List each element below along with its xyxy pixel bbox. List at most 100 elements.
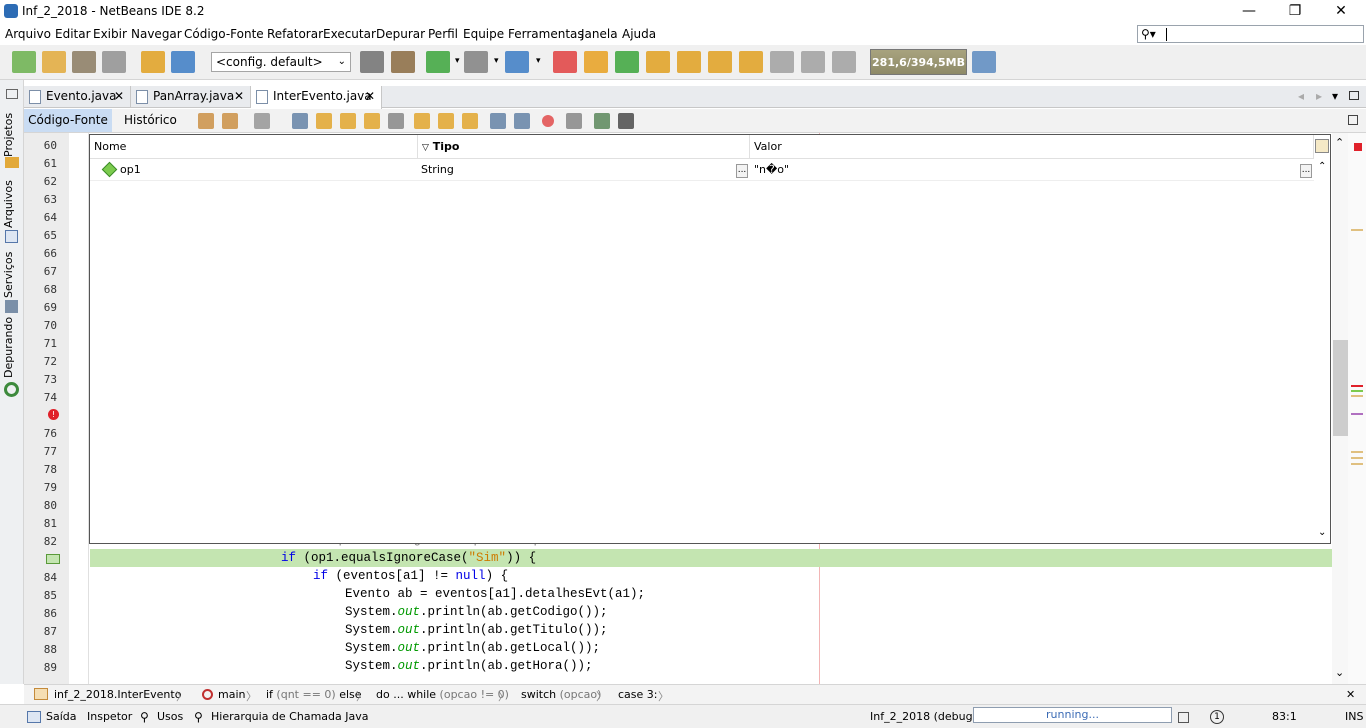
value-ellipsis-button[interactable]: ... bbox=[1300, 164, 1312, 178]
status-tab-saida[interactable]: Saída bbox=[46, 710, 77, 723]
line-number[interactable]: 82 bbox=[24, 535, 57, 548]
error-indicator-icon[interactable] bbox=[1354, 143, 1362, 151]
chevron-down-icon[interactable]: ⌄ bbox=[1335, 666, 1344, 679]
stripe-mark[interactable] bbox=[1351, 390, 1363, 392]
tab-evento-java[interactable]: Evento.java ✕ bbox=[24, 86, 131, 108]
column-header-valor[interactable]: Valor bbox=[750, 135, 1314, 159]
comment-icon[interactable] bbox=[594, 113, 610, 129]
redo-icon[interactable] bbox=[171, 51, 195, 73]
stripe-mark[interactable] bbox=[1351, 229, 1363, 231]
clean-build-icon[interactable] bbox=[391, 51, 415, 73]
customize-columns-icon[interactable] bbox=[1315, 139, 1329, 153]
line-number[interactable]: 81 bbox=[24, 517, 57, 530]
step-into-icon[interactable] bbox=[708, 51, 732, 73]
minimize-button[interactable]: — bbox=[1226, 0, 1272, 23]
restore-editor-icon[interactable] bbox=[1348, 115, 1358, 125]
status-tab-hierarquia[interactable]: Hierarquia de Chamada Java bbox=[211, 710, 369, 723]
line-number[interactable]: 85 bbox=[24, 589, 57, 602]
rect-select-icon[interactable] bbox=[388, 113, 404, 129]
minimize-panel-icon[interactable] bbox=[6, 89, 18, 99]
stripe-mark[interactable] bbox=[1351, 457, 1363, 459]
stop-macro-icon[interactable] bbox=[566, 113, 582, 129]
variable-value[interactable]: "n�o" bbox=[754, 159, 789, 181]
close-breadcrumb-icon[interactable]: ✕ bbox=[1346, 688, 1355, 701]
gc-icon[interactable] bbox=[972, 51, 996, 73]
prev-bookmark-icon[interactable] bbox=[414, 113, 430, 129]
line-number[interactable]: 84 bbox=[24, 571, 57, 584]
line-number[interactable]: 79 bbox=[24, 481, 57, 494]
stripe-mark[interactable] bbox=[1351, 463, 1363, 465]
stripe-mark[interactable] bbox=[1351, 451, 1363, 453]
step-out-icon[interactable] bbox=[739, 51, 763, 73]
chevron-down-icon[interactable]: ▾ bbox=[455, 56, 460, 66]
column-header-tipo[interactable]: ▽ Tipo bbox=[418, 135, 750, 159]
maximize-button[interactable]: ❐ bbox=[1272, 0, 1318, 23]
restore-window-icon[interactable] bbox=[1349, 91, 1359, 100]
scroll-right-icon[interactable]: ▸ bbox=[1316, 89, 1322, 103]
start-macro-icon[interactable] bbox=[542, 115, 554, 127]
notification-icon[interactable]: 1 bbox=[1210, 710, 1224, 724]
debug-icon[interactable] bbox=[464, 51, 488, 73]
menu-editar[interactable]: Editar bbox=[55, 27, 91, 41]
toggle-highlight-icon[interactable] bbox=[364, 113, 380, 129]
scrollbar-thumb[interactable] bbox=[1333, 340, 1348, 436]
line-number[interactable]: 76 bbox=[24, 427, 57, 440]
tab-interevento-java[interactable]: InterEvento.java ✕ bbox=[251, 86, 382, 109]
tab-panarray-java[interactable]: PanArray.java ✕ bbox=[131, 86, 251, 108]
line-number[interactable]: 80 bbox=[24, 499, 57, 512]
line-number[interactable]: 71 bbox=[24, 337, 57, 350]
close-tab-icon[interactable]: ✕ bbox=[114, 86, 124, 107]
line-number[interactable]: 70 bbox=[24, 319, 57, 332]
type-ellipsis-button[interactable]: ... bbox=[736, 164, 748, 178]
menu-executar[interactable]: Executar bbox=[323, 27, 376, 41]
find-next-icon[interactable] bbox=[340, 113, 356, 129]
line-number[interactable]: 65 bbox=[24, 229, 57, 242]
line-number[interactable]: 66 bbox=[24, 247, 57, 260]
run-icon[interactable] bbox=[426, 51, 450, 73]
tab-codigo-fonte[interactable]: Código-Fonte bbox=[24, 109, 112, 132]
forward-icon[interactable] bbox=[254, 113, 270, 129]
line-number[interactable]: 72 bbox=[24, 355, 57, 368]
menu-perfil[interactable]: Perfil bbox=[428, 27, 458, 41]
menu-ferramentas[interactable]: Ferramentas bbox=[508, 27, 584, 41]
status-tab-inspetor[interactable]: Inspetor bbox=[87, 710, 132, 723]
uncomment-icon[interactable] bbox=[618, 113, 634, 129]
progress-bar[interactable]: running... bbox=[973, 707, 1172, 723]
continue-icon[interactable] bbox=[615, 51, 639, 73]
back-icon[interactable] bbox=[222, 113, 238, 129]
sidebar-tab-depurando[interactable]: Depurando bbox=[2, 317, 22, 378]
breadcrumb-case[interactable]: case 3: bbox=[618, 688, 658, 701]
line-number[interactable]: 68 bbox=[24, 283, 57, 296]
menu-arquivo[interactable]: Arquivo bbox=[5, 27, 51, 41]
chevron-up-icon[interactable]: ⌃ bbox=[1335, 136, 1344, 149]
chevron-down-icon[interactable]: ▾ bbox=[536, 56, 541, 66]
line-number[interactable]: 87 bbox=[24, 625, 57, 638]
close-button[interactable]: ✕ bbox=[1318, 0, 1364, 23]
find-previous-icon[interactable] bbox=[316, 113, 332, 129]
breadcrumb-if[interactable]: if (qnt == 0) else bbox=[266, 688, 362, 701]
breakpoint-error-icon[interactable]: ! bbox=[48, 409, 59, 420]
column-header-nome[interactable]: Nome bbox=[90, 135, 418, 159]
menu-ajuda[interactable]: Ajuda bbox=[622, 27, 656, 41]
shift-right-icon[interactable] bbox=[514, 113, 530, 129]
apply-changes-icon[interactable] bbox=[801, 51, 825, 73]
line-number[interactable]: 88 bbox=[24, 643, 57, 656]
variable-row[interactable]: op1 String ... "n�o" ... bbox=[90, 159, 1314, 181]
last-edit-icon[interactable] bbox=[198, 113, 214, 129]
pause-icon[interactable] bbox=[584, 51, 608, 73]
next-bookmark-icon[interactable] bbox=[438, 113, 454, 129]
line-number[interactable]: 64 bbox=[24, 211, 57, 224]
undo-icon[interactable] bbox=[141, 51, 165, 73]
memory-indicator[interactable]: 281,6/394,5MB bbox=[870, 49, 967, 75]
run-to-cursor-icon[interactable] bbox=[770, 51, 794, 73]
build-icon[interactable] bbox=[360, 51, 384, 73]
line-number[interactable]: 62 bbox=[24, 175, 57, 188]
config-select[interactable]: <config. default> ⌄ bbox=[211, 52, 351, 72]
close-project-icon[interactable] bbox=[102, 51, 126, 73]
line-number[interactable]: 74 bbox=[24, 391, 57, 404]
line-number[interactable]: 60 bbox=[24, 139, 57, 152]
popup-scrollbar[interactable]: ⌃ ⌄ bbox=[1316, 159, 1330, 543]
line-number[interactable]: 67 bbox=[24, 265, 57, 278]
chevron-down-icon[interactable]: ▾ bbox=[1332, 89, 1338, 103]
variable-watch-popup[interactable]: Nome ▽ Tipo Valor op1 String ... "n�o" .… bbox=[89, 134, 1331, 544]
